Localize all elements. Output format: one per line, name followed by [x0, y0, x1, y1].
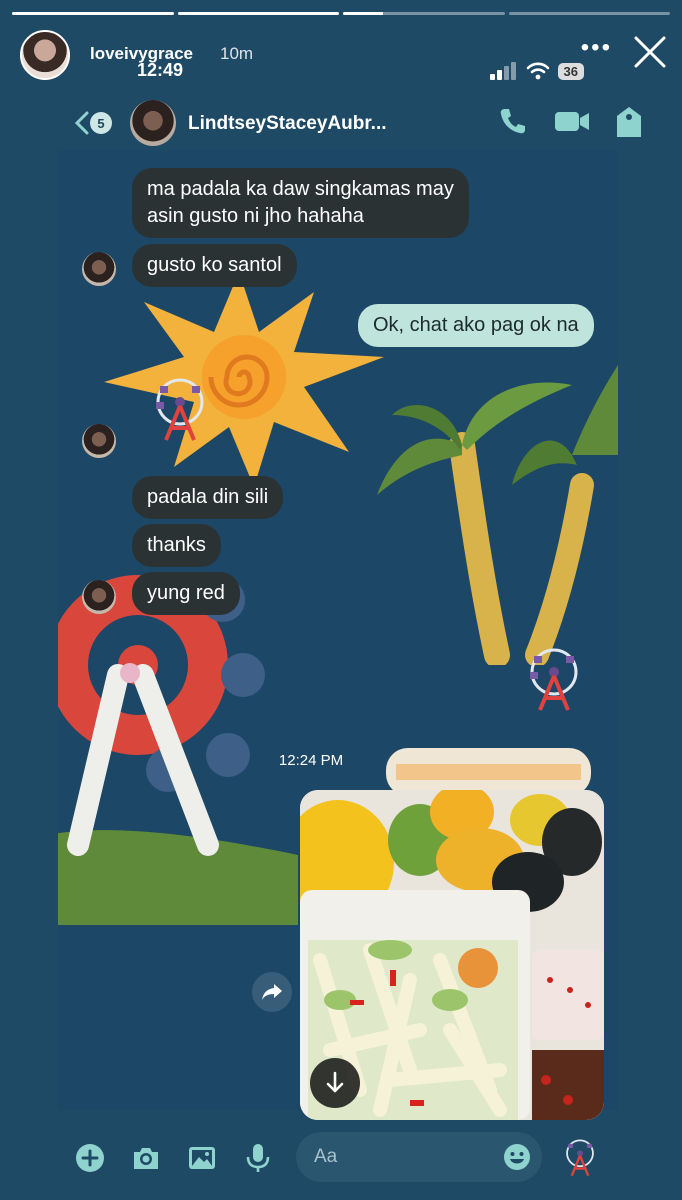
incoming-message[interactable]: gusto ko santol: [132, 244, 297, 287]
gallery-icon[interactable]: [186, 1142, 218, 1174]
phone-icon[interactable]: [498, 106, 528, 136]
palm-tree-decoration: [377, 365, 618, 665]
download-button[interactable]: [310, 1058, 360, 1108]
message-text: ma padala ka daw singkamas may: [147, 178, 454, 200]
add-icon[interactable]: [74, 1142, 106, 1174]
share-arrow-icon: [262, 984, 282, 1000]
message-text: asin gusto ni jho hahaha: [147, 205, 364, 227]
camera-icon[interactable]: [130, 1142, 162, 1174]
story-progress-segment: [177, 12, 339, 15]
story-posted-time: 10m: [220, 44, 254, 63]
story-user-avatar[interactable]: [20, 30, 70, 80]
sender-avatar: [82, 424, 116, 458]
forward-button[interactable]: [252, 972, 292, 1012]
emoji-icon[interactable]: [502, 1142, 532, 1172]
sun-decoration: [104, 272, 384, 487]
signal-icon: [489, 62, 516, 80]
video-call-icon[interactable]: [554, 106, 590, 136]
message-input-placeholder: Aa: [314, 1146, 338, 1167]
incoming-message[interactable]: ma padala ka daw singkamas may asin gust…: [132, 168, 469, 238]
arrow-down-icon: [326, 1071, 344, 1093]
close-icon[interactable]: [632, 34, 668, 70]
story-header: loveivygrace 10m 12:49 36 •••: [20, 30, 668, 82]
message-input[interactable]: Aa: [296, 1132, 542, 1182]
status-bar-icons: 36: [489, 62, 584, 80]
battery-indicator: 36: [557, 62, 584, 80]
ferris-wheel-sticker-icon: [156, 378, 204, 441]
incoming-message[interactable]: padala din sili: [132, 476, 284, 519]
contact-name[interactable]: LindtseyStaceyAubr...: [188, 113, 387, 135]
tag-icon[interactable]: [616, 106, 642, 138]
story-progress: [12, 12, 670, 15]
incoming-message[interactable]: yung red: [132, 572, 240, 615]
story-progress-segment: [343, 12, 505, 15]
outgoing-message[interactable]: Ok, chat ako pag ok na: [358, 304, 594, 347]
microphone-icon[interactable]: [242, 1142, 274, 1174]
chat-header: 5 LindtseyStaceyAubr...: [74, 98, 641, 150]
more-options-button[interactable]: •••: [581, 36, 612, 60]
status-bar-clock: 12:49: [137, 60, 184, 80]
sender-avatar: [82, 252, 116, 286]
story-progress-segment: [508, 12, 670, 15]
ferris-wheel-quick-reaction-icon[interactable]: [562, 1138, 598, 1178]
sender-avatar: [82, 580, 116, 614]
contact-avatar[interactable]: [130, 100, 176, 146]
story-progress-segment: [12, 12, 174, 15]
message-timestamp: 12:24 PM: [278, 752, 344, 769]
incoming-message[interactable]: thanks: [132, 524, 221, 567]
chevron-left-icon: [74, 111, 89, 135]
read-receipt-sticker-icon: [530, 648, 578, 711]
wifi-icon: [526, 62, 549, 80]
back-button[interactable]: 5: [74, 108, 118, 138]
message-composer: Aa: [0, 1130, 682, 1190]
chat-actions: [498, 106, 642, 138]
unread-count-badge: 5: [90, 112, 112, 134]
